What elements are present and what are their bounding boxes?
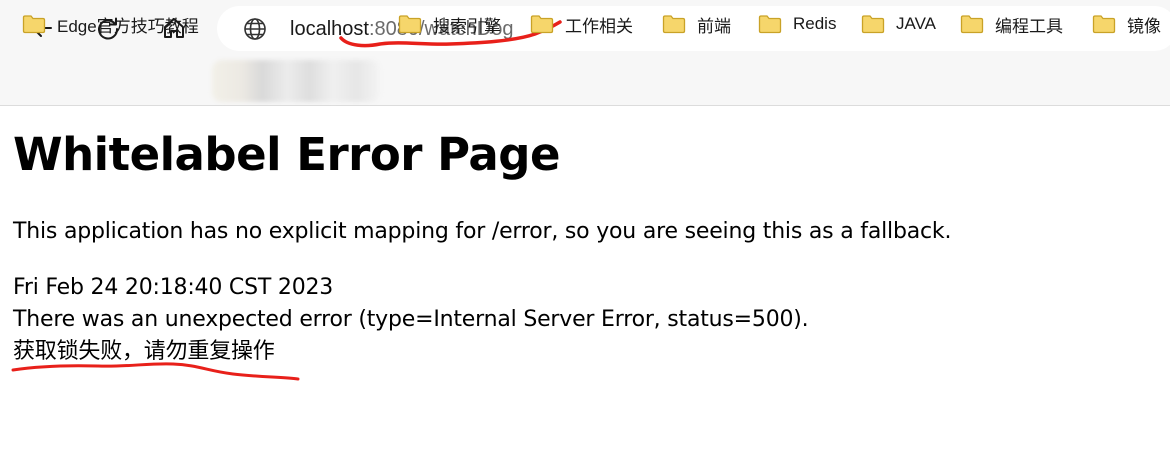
folder-icon — [861, 15, 885, 34]
folder-icon — [960, 15, 984, 34]
bookmark-frontend[interactable]: 前端 — [662, 9, 731, 39]
bookmark-label: 镜像 — [1127, 16, 1161, 36]
folder-icon — [662, 15, 686, 34]
bookmark-dev-tools[interactable]: 编程工具 — [960, 9, 1063, 39]
blurred-bookmark — [212, 60, 380, 102]
error-description: This application has no explicit mapping… — [13, 219, 952, 244]
bookmark-mirror[interactable]: 镜像 — [1092, 9, 1161, 39]
bookmark-label: 工作相关 — [565, 16, 633, 36]
bookmark-label: Edge官方技巧教程 — [57, 16, 199, 36]
bookmark-label: JAVA — [896, 14, 936, 33]
folder-icon — [758, 15, 782, 34]
folder-icon — [398, 15, 422, 34]
bookmark-label: 前端 — [697, 16, 731, 36]
error-message: 获取锁失败，请勿重复操作 — [13, 339, 275, 364]
url-host: localhost — [290, 18, 369, 40]
bookmarks-bar — [0, 58, 1170, 106]
bookmark-label: Redis — [793, 14, 837, 33]
folder-icon — [530, 15, 554, 34]
bookmark-label: 搜索引擎 — [433, 16, 501, 36]
bookmark-label: 编程工具 — [995, 16, 1063, 36]
bookmark-work[interactable]: 工作相关 — [530, 9, 633, 39]
bookmark-search-engines[interactable]: 搜索引擎 — [398, 9, 501, 39]
folder-icon — [1092, 15, 1116, 34]
globe-icon — [244, 18, 266, 40]
bookmark-java[interactable]: JAVA — [861, 9, 936, 39]
bookmark-edge-tips[interactable]: Edge官方技巧教程 — [22, 9, 199, 39]
bookmark-redis[interactable]: Redis — [758, 9, 836, 39]
error-timestamp: Fri Feb 24 20:18:40 CST 2023 — [13, 275, 334, 300]
error-status-line: There was an unexpected error (type=Inte… — [13, 307, 809, 332]
page-title: Whitelabel Error Page — [13, 128, 561, 181]
folder-icon — [22, 15, 46, 34]
